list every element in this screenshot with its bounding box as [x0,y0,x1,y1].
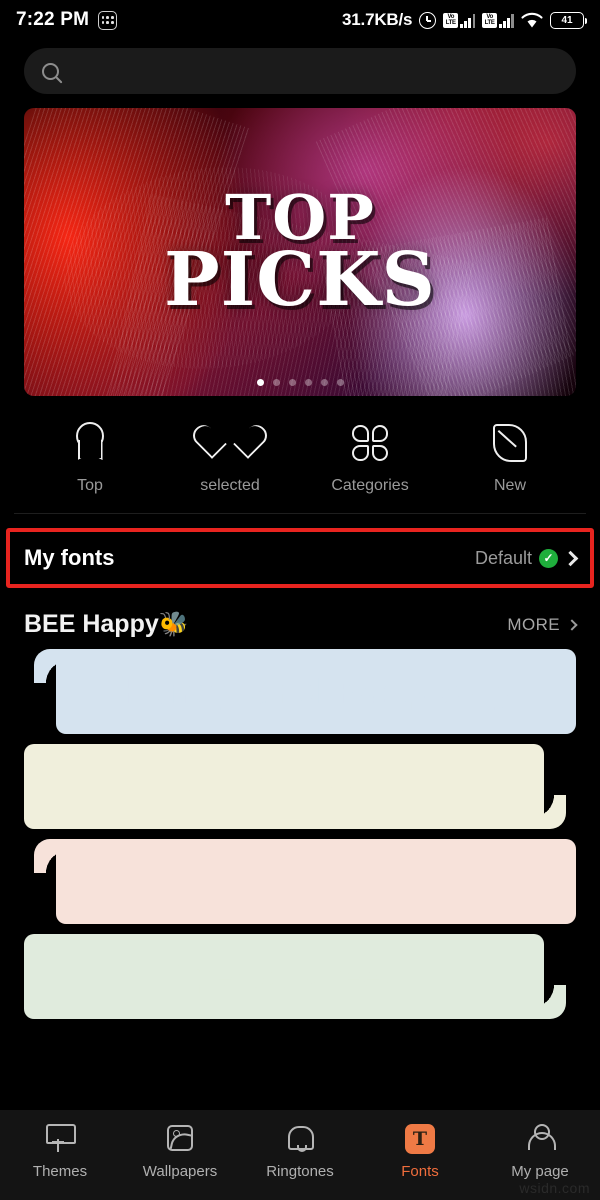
search-section [0,40,600,94]
tab-my-page[interactable]: My page [480,1124,600,1180]
bell-icon [285,1124,315,1154]
chevron-right-icon [562,550,579,566]
sim1-indicator: Vo LTE [443,12,476,28]
tab-label: My page [511,1163,569,1180]
volte-icon-1: Vo LTE [443,12,459,28]
quick-nav-label: Categories [331,477,409,494]
network-speed: 31.7KB/s [342,10,413,29]
font-card[interactable]: Honey and Raspbery [34,649,576,734]
my-fonts-value-group: Default ✓ [474,547,579,569]
section-header: BEE Happy 🐝 MORE [0,588,600,649]
carousel-dot[interactable] [320,379,328,386]
font-card[interactable]: Sweet Sorrow [24,744,566,829]
heart-icon [209,422,251,464]
font-card[interactable]: Kohinoor Call a Sweet [34,839,576,924]
quick-nav-label: selected [200,477,260,494]
section-title: BEE Happy [24,610,159,638]
status-bar: 7:22 PM 31.7KB/s Vo LTE Vo LTE 41 [0,0,600,40]
tab-label: Ringtones [266,1163,334,1180]
tab-fonts[interactable]: T Fonts [360,1124,480,1180]
four-petal-grid-icon [349,422,391,464]
font-card-preview-text: Special sweet [173,958,395,995]
paint-roller-icon [45,1124,76,1154]
font-t-icon: T [405,1124,435,1154]
carousel-dot[interactable] [304,379,312,386]
signal-bars-2 [499,13,514,28]
carousel-dot[interactable] [288,379,296,386]
font-card-list: Honey and Raspbery Sweet Sorrow Kohinoor C… [0,649,600,1019]
alarm-icon [419,11,437,29]
quick-nav-label: Top [77,477,103,494]
tab-label: Fonts [401,1163,439,1180]
font-card-tail [532,795,566,829]
volte-icon-2: Vo LTE [482,12,498,28]
tab-label: Wallpapers [142,1163,218,1180]
quick-nav-item-top[interactable]: Top [20,422,160,495]
signal-bars-1 [460,13,476,28]
my-fonts-title: My fonts [24,545,115,570]
carousel-dots[interactable] [24,379,576,386]
image-icon [165,1124,195,1154]
font-card-tail [34,839,68,873]
font-card-tail [34,649,68,683]
tab-themes[interactable]: Themes [0,1124,120,1180]
font-card-tail [532,985,566,1019]
more-link[interactable]: MORE [507,614,578,635]
banner-section: TOP PICKS [0,94,600,396]
quick-nav-label: New [493,477,526,494]
bee-icon: 🐝 [158,611,189,638]
bottom-tab-bar: Themes Wallpapers Ringtones T Fonts My p… [0,1110,600,1200]
quick-nav-item-new[interactable]: New [440,422,580,495]
multi-window-icon [98,10,118,30]
watermark: wsidn.com [519,1180,590,1196]
quick-nav-item-selected[interactable]: selected [160,422,300,495]
tab-wallpapers[interactable]: Wallpapers [120,1124,240,1180]
battery-level: 41 [561,14,573,26]
quick-nav-item-categories[interactable]: Categories [300,422,440,495]
ribbon-icon [69,422,111,464]
font-card[interactable]: Special sweet [24,934,566,1019]
person-icon [525,1124,556,1154]
status-time: 7:22 PM [16,9,90,30]
my-fonts-value: Default [474,547,532,568]
battery-indicator: 41 [550,11,588,29]
status-right-cluster: 31.7KB/s Vo LTE Vo LTE 41 [342,10,588,30]
sim2-indicator: Vo LTE [482,12,514,28]
wifi-icon [521,12,543,27]
tab-ringtones[interactable]: Ringtones [240,1124,360,1180]
my-fonts-highlight: My fonts Default ✓ [6,528,594,588]
chevron-right-icon [566,618,578,631]
font-card-preview-text: Sweet Sorrow [149,765,419,808]
carousel-dot[interactable] [272,379,280,386]
search-icon [42,62,59,80]
banner-carousel[interactable]: TOP PICKS [24,108,576,396]
search-input[interactable] [59,62,558,80]
more-label: MORE [507,614,560,634]
tab-label: Themes [32,1163,88,1180]
banner-title-line2: PICKS [164,237,436,324]
quick-nav: Top selected Categories New [0,396,600,513]
my-fonts-row[interactable]: My fonts Default ✓ [10,532,590,584]
font-card-preview-text: Honey and Raspbery [119,672,513,711]
carousel-dot[interactable] [336,379,344,386]
carousel-dot[interactable] [256,379,264,386]
app-root: 7:22 PM 31.7KB/s Vo LTE Vo LTE 41 TOP PI… [0,0,600,1200]
leaf-icon [489,422,531,464]
check-circle-icon: ✓ [539,548,558,568]
divider [14,513,586,514]
font-card-preview-text: Kohinoor Call a Sweet [153,861,479,901]
banner-title: TOP PICKS [24,108,576,396]
search-bar[interactable] [24,48,576,94]
